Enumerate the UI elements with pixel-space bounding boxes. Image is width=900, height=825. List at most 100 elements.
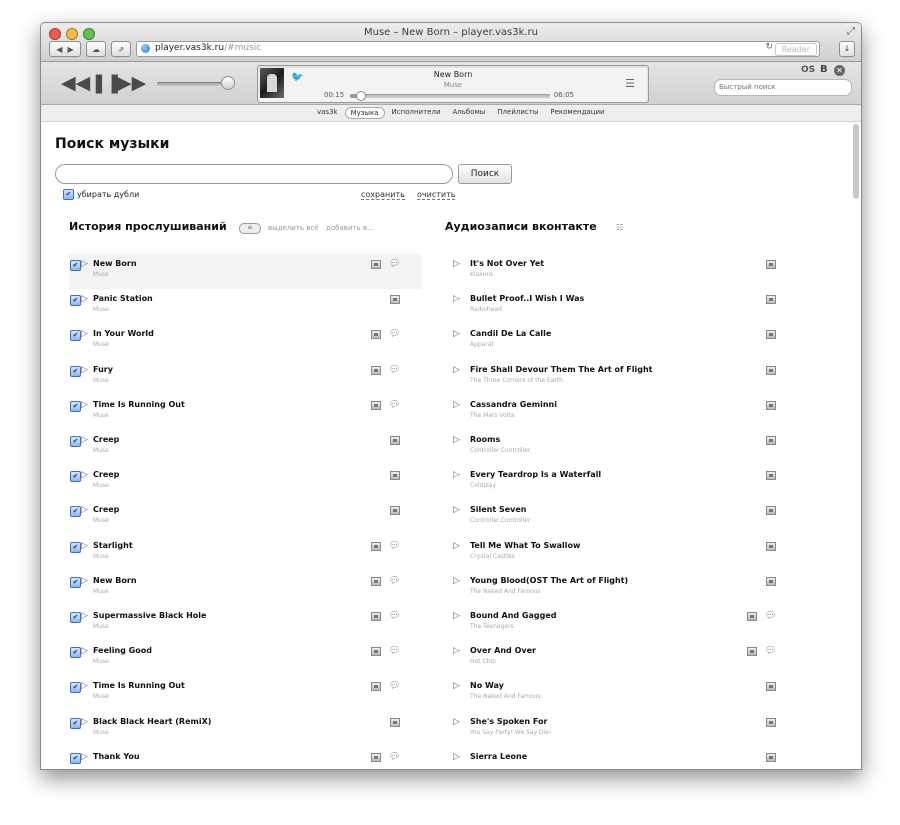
album-box-icon[interactable] — [766, 541, 776, 551]
address-bar[interactable]: player.vas3k.ru/#music ↻ Reader — [136, 41, 820, 57]
album-box-icon[interactable] — [766, 506, 776, 516]
album-box-icon[interactable] — [371, 612, 381, 621]
play-icon[interactable]: ▷ — [81, 717, 88, 727]
checkbox-icon[interactable]: ✔ — [70, 471, 81, 483]
track-row[interactable]: ▷ Young Blood(OST The Art of Flight) The N… — [453, 571, 783, 606]
album-box-icon[interactable] — [766, 436, 776, 445]
list-view-icon[interactable]: ☷ — [616, 223, 623, 232]
track-title[interactable]: Bullet Proof..I Wish I Was — [470, 294, 584, 303]
track-artist[interactable]: Muse — [93, 693, 109, 700]
quick-search-input[interactable] — [714, 79, 852, 96]
play-icon[interactable]: ▷ — [81, 329, 88, 339]
play-icon[interactable]: ▷ — [81, 611, 88, 621]
track-row[interactable]: ▷ Sierra Leone — [453, 747, 783, 769]
album-box-icon[interactable] — [766, 295, 776, 305]
track-artist[interactable]: Crystal Castles — [470, 553, 515, 560]
comment-icon[interactable]: 💬︎ — [389, 681, 400, 691]
track-artist[interactable]: Muse — [93, 447, 109, 454]
album-box-icon[interactable] — [766, 752, 776, 762]
share-icon[interactable]: ⇗ — [111, 41, 131, 57]
play-icon[interactable]: ▷ — [81, 541, 88, 551]
track-row[interactable]: ▷ Fire Shall Devour Them The Art of Fligh… — [453, 360, 783, 395]
play-icon[interactable]: ▷ — [453, 294, 460, 304]
checkbox-icon[interactable]: ✔ — [70, 436, 81, 447]
album-box-icon[interactable] — [747, 647, 757, 657]
track-row[interactable]: ✔ ▷ New Born Muse 💬︎ — [69, 571, 421, 606]
album-box-icon[interactable] — [390, 295, 400, 305]
track-artist[interactable]: Controller.Controller — [470, 517, 530, 524]
menu-item[interactable]: Рекомендации — [545, 107, 609, 119]
checkbox-icon[interactable]: ✔ — [70, 330, 81, 342]
fullscreen-icon[interactable]: ⤢ — [847, 26, 855, 37]
dedupe-option[interactable]: ✔ убирать дубли — [63, 189, 139, 200]
album-box-icon[interactable] — [766, 471, 776, 481]
album-box-icon[interactable] — [371, 576, 381, 586]
track-title[interactable]: Every Teardrop Is a Waterfall — [470, 470, 601, 479]
track-row[interactable]: ✔ ▷ Time Is Running Out Muse 💬︎ — [69, 676, 421, 711]
rewind-icon[interactable]: ◀◀ — [61, 73, 90, 93]
album-box-icon[interactable] — [371, 647, 381, 657]
list-toggle-icon[interactable]: ≡ — [239, 223, 261, 234]
track-row[interactable]: ✔ ▷ Creep Muse — [69, 430, 421, 465]
play-icon[interactable]: ▷ — [453, 400, 460, 410]
track-row[interactable]: ▷ Candil De La Calle Apparat — [453, 324, 783, 359]
album-box-icon[interactable] — [390, 471, 400, 481]
track-row[interactable]: ✔ ▷ Supermassive Black Hole Muse 💬︎ — [69, 606, 421, 641]
comment-icon[interactable]: 💬︎ — [389, 365, 400, 375]
comment-icon[interactable]: 💬︎ — [389, 611, 400, 621]
music-search-input[interactable] — [55, 164, 453, 184]
track-artist[interactable]: Muse — [93, 658, 109, 665]
track-artist[interactable]: The Three Corners of the Earth — [470, 377, 563, 384]
track-row[interactable]: ✔ ▷ Creep Muse — [69, 465, 421, 500]
play-icon[interactable]: ▷ — [81, 400, 88, 410]
track-title[interactable]: Supermassive Black Hole — [93, 611, 206, 620]
track-row[interactable]: ▷ Tell Me What To Swallow Crystal Castles — [453, 536, 783, 571]
menu-item[interactable]: Альбомы — [448, 107, 491, 119]
checkbox-icon[interactable]: ✔ — [70, 365, 81, 377]
play-icon[interactable]: ▷ — [453, 541, 460, 551]
track-row[interactable]: ✔ ▷ Feeling Good Muse 💬︎ — [69, 641, 421, 676]
track-artist[interactable]: Muse — [93, 341, 109, 348]
track-artist[interactable]: Muse — [93, 623, 109, 630]
track-title[interactable]: No Way — [470, 681, 504, 690]
track-artist[interactable]: Klaxons — [470, 271, 493, 278]
comment-icon[interactable]: 💬︎ — [765, 611, 776, 621]
track-row[interactable]: ✔ ▷ Thank You 💬︎ — [69, 747, 421, 769]
checkbox-icon[interactable]: ✔ — [70, 541, 81, 553]
menu-item[interactable]: vas3k — [312, 107, 343, 119]
track-artist[interactable]: Muse — [93, 271, 109, 278]
play-icon[interactable]: ▷ — [81, 259, 88, 269]
album-box-icon[interactable] — [766, 682, 776, 692]
track-artist[interactable]: Muse — [93, 553, 109, 560]
play-icon[interactable]: ▷ — [453, 576, 460, 586]
play-icon[interactable]: ▷ — [81, 681, 88, 691]
track-row[interactable]: ▷ Bullet Proof..I Wish I Was Radiohead — [453, 289, 783, 324]
play-icon[interactable]: ▷ — [453, 259, 460, 269]
play-icon[interactable]: ▷ — [453, 329, 460, 339]
comment-icon[interactable]: 💬︎ — [765, 646, 776, 656]
track-title[interactable]: Creep — [93, 435, 119, 444]
comment-icon[interactable]: 💬︎ — [389, 329, 400, 339]
search-button[interactable]: Поиск — [458, 164, 512, 184]
album-box-icon[interactable] — [747, 612, 757, 621]
playlist-icon[interactable]: ☰ — [625, 77, 635, 90]
track-artist[interactable]: The Naked And Famous — [470, 693, 541, 700]
comment-icon[interactable]: 💬︎ — [389, 752, 400, 762]
back-forward-buttons[interactable]: ◀ ▶ — [49, 41, 81, 57]
checkbox-icon[interactable]: ✔ — [70, 752, 81, 764]
track-row[interactable]: ✔ ▷ In Your World Muse 💬︎ — [69, 324, 421, 359]
track-artist[interactable]: The Naked And Famous — [470, 588, 541, 595]
checkbox-icon[interactable]: ✔ — [70, 647, 81, 659]
album-box-icon[interactable] — [371, 260, 381, 269]
album-box-icon[interactable] — [390, 717, 400, 727]
album-box-icon[interactable] — [766, 365, 776, 375]
track-row[interactable]: ✔ ▷ Time Is Running Out Muse 💬︎ — [69, 395, 421, 430]
play-icon[interactable]: ▷ — [453, 646, 460, 656]
track-row[interactable]: ✔ ▷ Fury Muse 💬︎ — [69, 360, 421, 395]
forward-icon[interactable]: ▶ — [68, 45, 74, 54]
track-artist[interactable]: Coldplay — [470, 482, 496, 489]
comment-icon[interactable]: 💬︎ — [389, 259, 400, 269]
checkbox-icon[interactable]: ✔ — [70, 682, 81, 694]
volume-knob[interactable] — [221, 76, 235, 90]
track-title[interactable]: Over And Over — [470, 646, 536, 655]
